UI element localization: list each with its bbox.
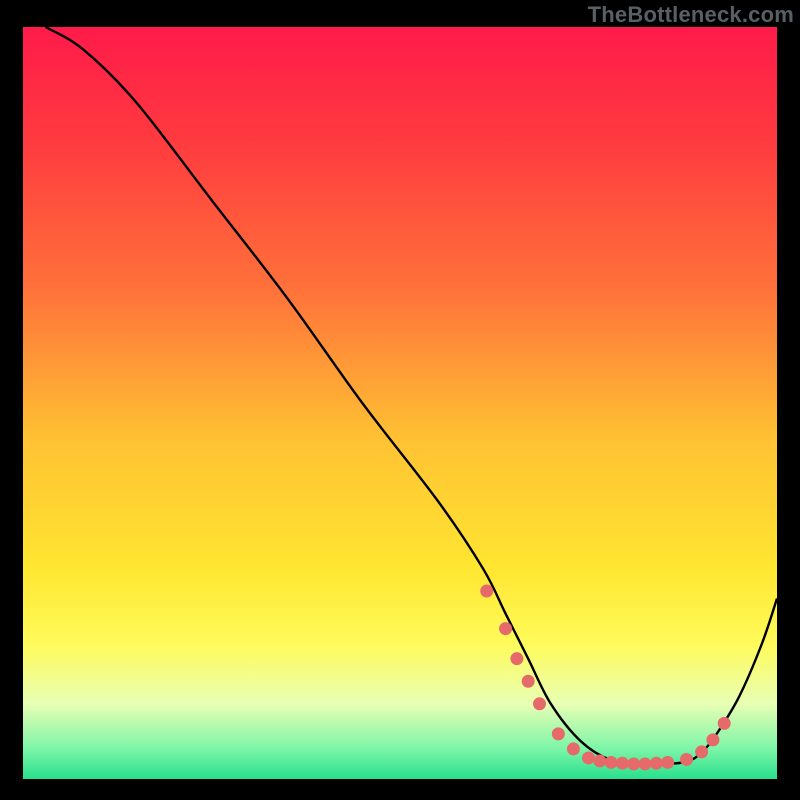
marker-dot [499, 622, 512, 635]
plot-area [23, 27, 777, 779]
chart-svg [23, 27, 777, 779]
marker-dot [567, 742, 580, 755]
marker-dot [533, 697, 546, 710]
marker-dot [552, 727, 565, 740]
chart-frame: TheBottleneck.com [0, 0, 800, 800]
marker-dot [650, 757, 663, 770]
gradient-background [23, 27, 777, 779]
marker-dot [695, 745, 708, 758]
marker-dot [522, 675, 535, 688]
marker-dot [639, 757, 652, 770]
marker-dot [593, 754, 606, 767]
watermark-text: TheBottleneck.com [588, 2, 794, 28]
marker-dot [718, 717, 731, 730]
marker-dot [616, 757, 629, 770]
marker-dot [706, 733, 719, 746]
marker-dot [480, 585, 493, 598]
marker-dot [510, 652, 523, 665]
marker-dot [661, 756, 674, 769]
marker-dot [582, 751, 595, 764]
marker-dot [627, 757, 640, 770]
marker-dot [605, 756, 618, 769]
marker-dot [680, 753, 693, 766]
